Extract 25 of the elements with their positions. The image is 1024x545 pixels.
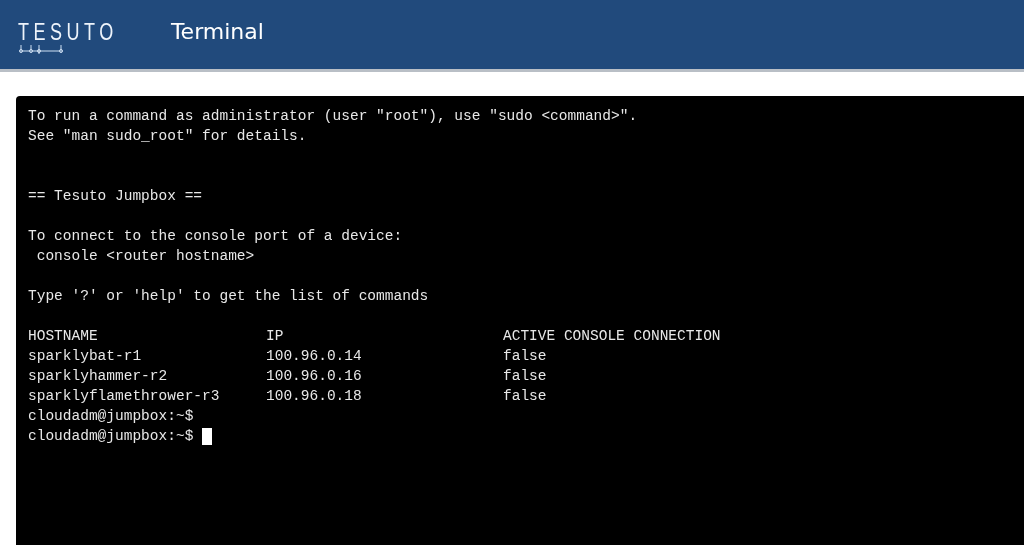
table-cell-text: sparklyhammer-r2	[28, 367, 169, 386]
terminal-line: == Tesuto Jumpbox ==	[28, 187, 204, 206]
shell-prompt: cloudadm@jumpbox:~$	[28, 407, 194, 426]
column-header: HOSTNAME	[28, 327, 99, 346]
logo-text: TESUTO	[18, 18, 118, 45]
shell-prompt: cloudadm@jumpbox:~$	[28, 427, 194, 446]
terminal-line: See "man sudo_root" for details.	[28, 127, 308, 146]
circuit-icon	[18, 44, 64, 55]
terminal-panel[interactable]	[16, 96, 1024, 545]
terminal-line: Type '?' or 'help' to get the list of commands	[28, 287, 430, 306]
page-title: Terminal	[170, 19, 264, 44]
column-header: IP	[266, 327, 285, 346]
table-cell-text: false	[503, 347, 547, 366]
table-cell-text: false	[503, 387, 547, 406]
terminal-line: console <router hostname>	[35, 247, 256, 266]
table-cell-text: 100.96.0.14	[266, 347, 363, 366]
text-cursor	[202, 427, 213, 445]
table-cell-text: sparklybat-r1	[28, 347, 143, 366]
table-cell-text: sparklyflamethrower-r3	[28, 387, 221, 406]
terminal-line: To connect to the console port of a device:	[28, 227, 404, 246]
column-header: ACTIVE CONSOLE CONNECTION	[503, 327, 721, 346]
table-cell-text: 100.96.0.18	[266, 387, 363, 406]
terminal-line: To run a command as administrator (user "root"), use "sudo <command>".	[28, 107, 639, 126]
table-cell-text: false	[503, 367, 547, 386]
table-cell-text: 100.96.0.16	[266, 367, 363, 386]
